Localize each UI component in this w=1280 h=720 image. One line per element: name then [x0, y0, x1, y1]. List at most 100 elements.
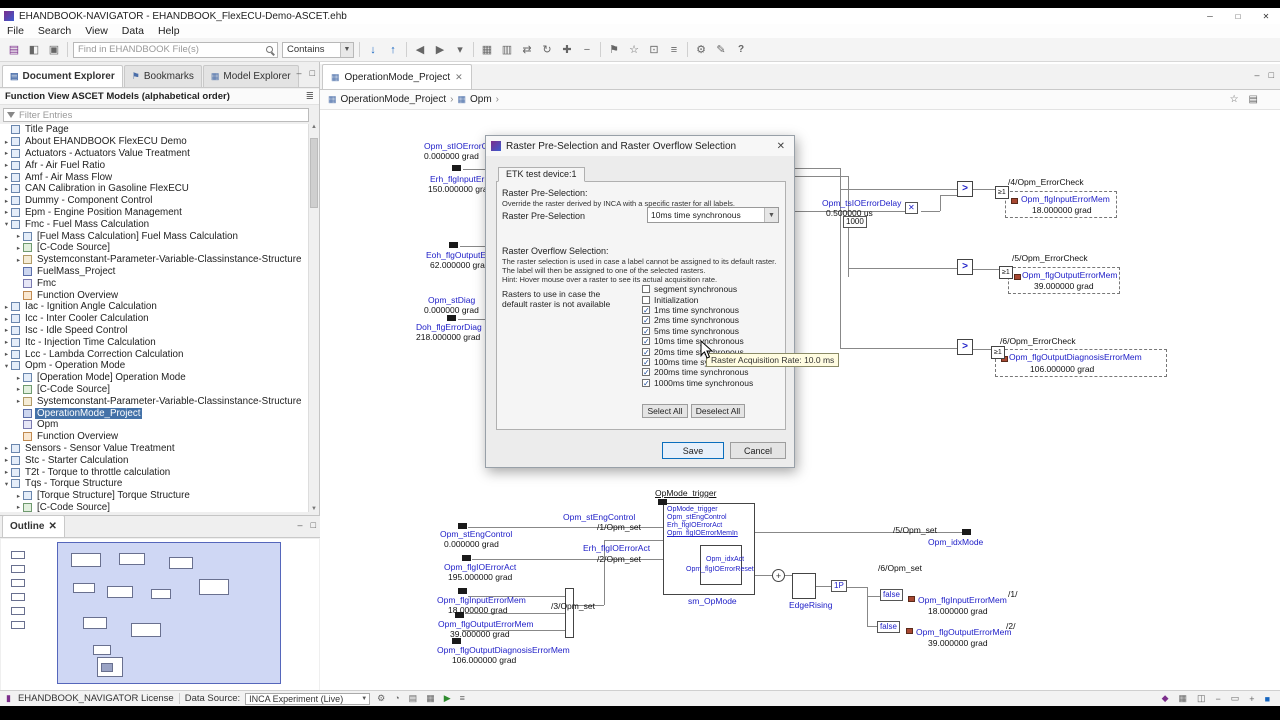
tree-item[interactable]: ▸ [Fuel Mass Calculation] Fuel Mass Calcu…	[0, 230, 309, 242]
bookmark-icon[interactable]: ⚑	[604, 41, 624, 59]
breadcrumb-item-project[interactable]: OperationMode_Project	[341, 94, 447, 105]
tree-expand-icon[interactable]: ▸	[2, 444, 11, 452]
tree-item[interactable]: ▸ Actuators - Actuators Value Treatment	[0, 148, 309, 160]
menu-help[interactable]: Help	[151, 25, 187, 37]
tree-item[interactable]: ▸ [Operation Mode] Operation Mode	[0, 372, 309, 384]
diagram-block[interactable]: +	[772, 569, 785, 582]
tree-expand-icon[interactable]: ▸	[14, 374, 23, 382]
raster-preselection-select[interactable]: 10ms time synchronous ▼	[647, 207, 779, 223]
calibration-icon[interactable]: ⚙	[691, 41, 711, 59]
tree-item[interactable]: ▸ Dummy - Component Control	[0, 195, 309, 207]
tree-item[interactable]: ▸ Lcc - Lambda Correction Calculation	[0, 348, 309, 360]
diagram-label[interactable]: Opm_idxMode	[928, 537, 983, 547]
tree-item[interactable]: ▾ Tqs - Torque Structure	[0, 478, 309, 490]
search-down-icon[interactable]: ↓	[363, 41, 383, 59]
search-up-icon[interactable]: ↑	[383, 41, 403, 59]
tree-item[interactable]: ▸ Icc - Inter Cooler Calculation	[0, 313, 309, 325]
tree-expand-icon[interactable]: ▸	[14, 256, 23, 264]
dialog-close-button[interactable]: ✕	[773, 141, 789, 152]
diagram-label[interactable]: Opm_stDiag	[428, 295, 475, 305]
tree-item[interactable]: ▸ CAN Calibration in Gasoline FlexECU	[0, 183, 309, 195]
diagram-label[interactable]: Opm_flgOutputErrorMem	[438, 619, 533, 629]
tree-expand-icon[interactable]: ▸	[2, 173, 11, 181]
nav-back-icon[interactable]: ◀	[410, 41, 430, 59]
diagram-label[interactable]: false	[877, 621, 900, 633]
zoom-out-icon[interactable]: −	[1214, 694, 1223, 704]
start-measurement-icon[interactable]: ▶	[442, 693, 453, 704]
device-tab[interactable]: ETK test device:1	[498, 167, 585, 182]
outline-maximize-icon[interactable]: □	[311, 520, 316, 530]
scrollbar-thumb[interactable]	[310, 138, 318, 208]
outline-close-icon[interactable]: ✕	[48, 521, 56, 532]
find-input[interactable]: Find in EHANDBOOK File(s)	[73, 41, 278, 58]
tree-item[interactable]: ▾ Fmc - Fuel Mass Calculation	[0, 218, 309, 230]
close-button[interactable]: ✕	[1252, 8, 1280, 24]
diagram-label[interactable]: EdgeRising	[789, 600, 832, 610]
tree-expand-icon[interactable]: ▸	[2, 350, 11, 358]
tree-item[interactable]: ▸ Iac - Ignition Angle Calculation	[0, 301, 309, 313]
tree-item[interactable]: Title Page	[0, 124, 309, 136]
menu-view[interactable]: View	[78, 25, 115, 37]
editor-minimize-icon[interactable]: –	[1255, 70, 1260, 80]
table-view-icon[interactable]: ▥	[497, 41, 517, 59]
editor-tab[interactable]: ▦ OperationMode_Project ✕	[322, 64, 472, 89]
open-folder-icon[interactable]: ◧	[24, 41, 44, 59]
nav-forward-icon[interactable]: ▶	[430, 41, 450, 59]
tree-item[interactable]: OperationMode_Project	[0, 407, 309, 419]
tree-item[interactable]: ▸ T2t - Torque to throttle calculation	[0, 466, 309, 478]
snapshot-icon[interactable]: ⊡	[644, 41, 664, 59]
tree-item[interactable]: ▸ Sensors - Sensor Value Treatment	[0, 443, 309, 455]
data-source-arrow-icon[interactable]: ▼	[361, 696, 369, 702]
tree-expand-icon[interactable]: ▸	[2, 315, 11, 323]
breadcrumb-item-opm[interactable]: Opm	[470, 94, 492, 105]
open-ehandbook-icon[interactable]: ▤	[4, 41, 24, 59]
diagram-block[interactable]	[792, 573, 816, 599]
diagram-label[interactable]: Opm_tsIOErrorDelay	[822, 198, 901, 208]
tree-expand-icon[interactable]: ▸	[14, 492, 23, 500]
help-icon[interactable]: ?	[731, 41, 751, 59]
diagram-label[interactable]: ≥1	[995, 186, 1009, 199]
data-source-select[interactable]: INCA Experiment (Live) ▼	[245, 692, 371, 705]
tree-item[interactable]: ▸ Stc - Starter Calculation	[0, 454, 309, 466]
filter-input[interactable]: Filter Entries	[3, 108, 309, 122]
minimize-button[interactable]: ─	[1196, 8, 1224, 24]
print-icon[interactable]: ≡	[664, 41, 684, 59]
tree-expand-icon[interactable]: ▸	[2, 161, 11, 169]
tree-expand-icon[interactable]: ▸	[2, 138, 11, 146]
report-page-icon[interactable]: ▤	[1249, 94, 1258, 105]
save-session-icon[interactable]: ▣	[44, 41, 64, 59]
tree-item[interactable]: ▸ [C-Code Source]	[0, 502, 309, 512]
list-icon[interactable]: ≡	[458, 693, 467, 704]
tree-item[interactable]: ▸ Systemconstant-Parameter-Variable-Class…	[0, 395, 309, 407]
diagram-block[interactable]	[565, 588, 574, 638]
diagram-label[interactable]: Opm_stEngControl	[563, 512, 635, 522]
collapse-all-icon[interactable]: −	[577, 41, 597, 59]
diagram-label[interactable]: Opm_flgOutputErrorMem	[1022, 270, 1117, 280]
diagram-label[interactable]: 1000	[843, 216, 867, 228]
tree-item[interactable]: ▸ [Torque Structure] Torque Structure	[0, 490, 309, 502]
tree-expand-icon[interactable]: ▸	[2, 197, 11, 205]
tree-item[interactable]: ▸ Systemconstant-Parameter-Variable-Class…	[0, 254, 309, 266]
split-layout-icon[interactable]: ◫	[1195, 693, 1208, 704]
checkbox-5ms-time-synchronous[interactable]: ✓	[642, 326, 650, 335]
tree-item[interactable]: ▸ Isc - Idle Speed Control	[0, 325, 309, 337]
contains-select[interactable]: Contains ▼	[282, 41, 354, 58]
editor-tab-close-icon[interactable]: ✕	[455, 72, 463, 83]
tree-expand-icon[interactable]: ▸	[2, 185, 11, 193]
tab-model-explorer[interactable]: ▦ Model Explorer	[202, 65, 299, 87]
tree-expand-icon[interactable]: ▸	[2, 208, 11, 216]
tree-item[interactable]: Opm	[0, 419, 309, 431]
checkbox-200ms-time-synchronous[interactable]: ✓	[642, 368, 650, 377]
deselect-all-button[interactable]: Deselect All	[691, 404, 745, 418]
maximize-button[interactable]: □	[1224, 8, 1252, 24]
tree-expand-icon[interactable]: ▸	[2, 303, 11, 311]
checkbox-segment-synchronous[interactable]	[642, 285, 650, 294]
diagram-label[interactable]: Opm_flgInputErrorMem	[437, 595, 526, 605]
tree-expand-icon[interactable]: ▾	[2, 362, 11, 370]
tree-expand-icon[interactable]: ▾	[2, 220, 11, 228]
panel-minimize-icon[interactable]: –	[297, 68, 302, 78]
menu-search[interactable]: Search	[31, 25, 78, 37]
menu-file[interactable]: File	[0, 25, 31, 37]
dialog-title-bar[interactable]: Raster Pre-Selection and Raster Overflow…	[486, 136, 794, 156]
diagram-label[interactable]: Opm_flgOutputDiagnosisErrorMem	[437, 645, 570, 655]
